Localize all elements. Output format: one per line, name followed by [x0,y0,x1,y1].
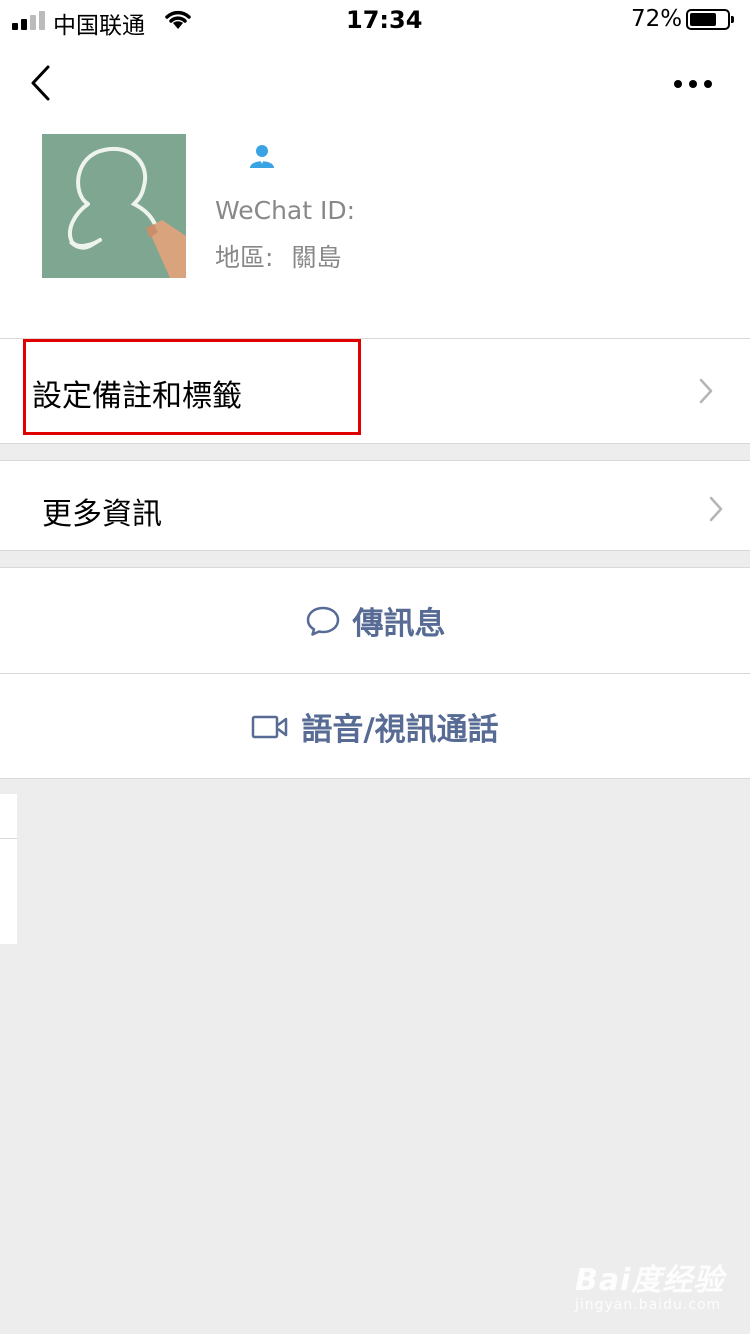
region-row: 地區: 關島 [215,238,341,274]
status-bar: 中国联通 17:34 72% [0,0,750,40]
profile-header: WeChat ID: 地區: 關島 [0,128,750,338]
clock: 17:34 [346,6,423,34]
more-info-row[interactable]: 更多資訊 [0,460,750,551]
partial-list-edge [0,794,17,944]
wifi-icon [165,10,191,29]
set-remarks-tags-label: 設定備註和標籤 [32,379,242,414]
chevron-right-icon [709,496,723,522]
chevron-left-icon[interactable] [28,64,54,102]
battery-percent: 72% [631,6,683,32]
region-value: 關島 [291,243,342,272]
signal-strength-icon [12,10,46,30]
send-message-label: 傳訊息 [352,606,446,642]
chat-bubble-icon [306,606,339,636]
carrier-name: 中国联通 [53,13,145,39]
action-group: 傳訊息 語音/視訊通話 [0,567,750,779]
send-message-button[interactable]: 傳訊息 [0,568,750,673]
more-dots-icon[interactable] [674,80,712,88]
person-icon [250,145,274,168]
battery-fill [690,13,716,26]
avatar-chalk-drawing [42,134,186,278]
region-label: 地區: [215,243,274,272]
nav-bar [0,40,750,128]
wechat-id-label: WeChat ID: [215,196,356,225]
voice-video-call-button[interactable]: 語音/視訊通話 [0,674,750,779]
chevron-right-icon [699,378,713,404]
video-camera-icon [252,715,288,738]
voice-video-call-label: 語音/視訊通話 [301,712,499,748]
avatar[interactable] [42,134,186,278]
set-remarks-tags-row[interactable]: 設定備註和標籤 [0,338,750,444]
battery-icon [686,9,734,30]
more-info-label: 更多資訊 [42,497,162,532]
baidu-jingyan-watermark: Bai度经验 jingyan.baidu.com [575,1263,725,1313]
